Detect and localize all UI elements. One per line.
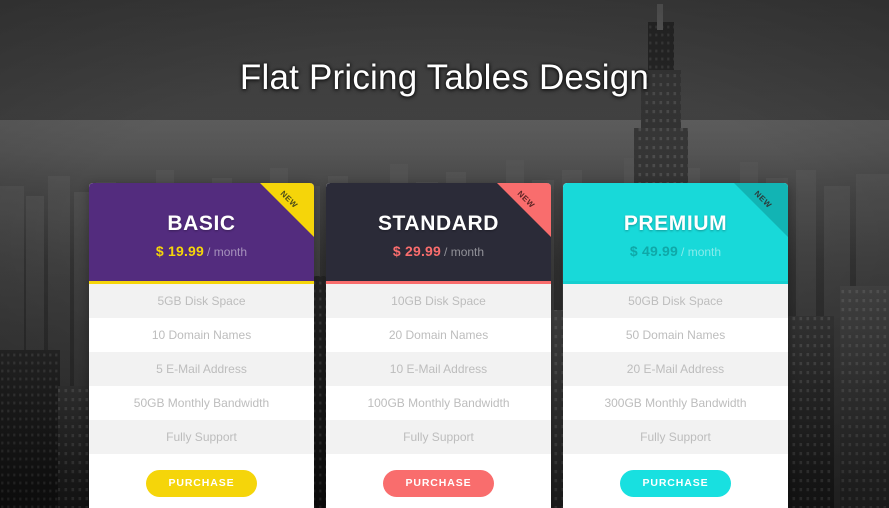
- feature-item: 50GB Monthly Bandwidth: [89, 386, 314, 420]
- purchase-button-premium[interactable]: PURCHASE: [620, 470, 731, 497]
- plan-name-premium: PREMIUM: [623, 212, 728, 235]
- cta-area-basic: PURCHASE: [89, 454, 314, 508]
- feature-item: Fully Support: [326, 420, 551, 454]
- plan-name-standard: STANDARD: [377, 212, 500, 235]
- feature-item: Fully Support: [563, 420, 788, 454]
- feature-item: 100GB Monthly Bandwidth: [326, 386, 551, 420]
- pricing-card-premium[interactable]: NEW PREMIUM $ 49.99/ month 50GB Disk Spa…: [563, 183, 788, 508]
- feature-item: 50GB Disk Space: [563, 284, 788, 318]
- feature-item: 300GB Monthly Bandwidth: [563, 386, 788, 420]
- purchase-button-basic[interactable]: PURCHASE: [146, 470, 257, 497]
- price-amount-basic: $ 19.99: [155, 243, 205, 259]
- feature-item: 20 E-Mail Address: [563, 352, 788, 386]
- card-header-premium: NEW PREMIUM $ 49.99/ month: [563, 183, 788, 281]
- card-header-basic: NEW BASIC $ 19.99/ month: [89, 183, 314, 281]
- feature-item: 10 Domain Names: [89, 318, 314, 352]
- cta-area-standard: PURCHASE: [326, 454, 551, 508]
- feature-item: 10 E-Mail Address: [326, 352, 551, 386]
- price-line-basic: $ 19.99/ month: [89, 243, 314, 261]
- price-line-standard: $ 29.99/ month: [326, 243, 551, 261]
- feature-item: 20 Domain Names: [326, 318, 551, 352]
- feature-list-premium: 50GB Disk Space 50 Domain Names 20 E-Mai…: [563, 284, 788, 454]
- feature-item: 5 E-Mail Address: [89, 352, 314, 386]
- plan-name-basic: BASIC: [167, 212, 236, 235]
- price-period-basic: / month: [207, 245, 248, 259]
- price-amount-standard: $ 29.99: [392, 243, 442, 259]
- card-header-standard: NEW STANDARD $ 29.99/ month: [326, 183, 551, 281]
- purchase-button-standard[interactable]: PURCHASE: [383, 470, 494, 497]
- feature-item: 50 Domain Names: [563, 318, 788, 352]
- price-period-standard: / month: [444, 245, 485, 259]
- feature-item: Fully Support: [89, 420, 314, 454]
- page-root: Flat Pricing Tables Design NEW BASIC $ 1…: [0, 0, 889, 508]
- feature-item: 5GB Disk Space: [89, 284, 314, 318]
- page-title: Flat Pricing Tables Design: [239, 58, 650, 97]
- price-line-premium: $ 49.99/ month: [563, 243, 788, 261]
- pricing-card-standard[interactable]: NEW STANDARD $ 29.99/ month 10GB Disk Sp…: [326, 183, 551, 508]
- feature-list-standard: 10GB Disk Space 20 Domain Names 10 E-Mai…: [326, 284, 551, 454]
- pricing-card-basic[interactable]: NEW BASIC $ 19.99/ month 5GB Disk Space …: [89, 183, 314, 508]
- pricing-table-row: NEW BASIC $ 19.99/ month 5GB Disk Space …: [89, 183, 789, 508]
- price-amount-premium: $ 49.99: [629, 243, 679, 259]
- cta-area-premium: PURCHASE: [563, 454, 788, 508]
- price-period-premium: / month: [681, 245, 722, 259]
- feature-list-basic: 5GB Disk Space 10 Domain Names 5 E-Mail …: [89, 284, 314, 454]
- feature-item: 10GB Disk Space: [326, 284, 551, 318]
